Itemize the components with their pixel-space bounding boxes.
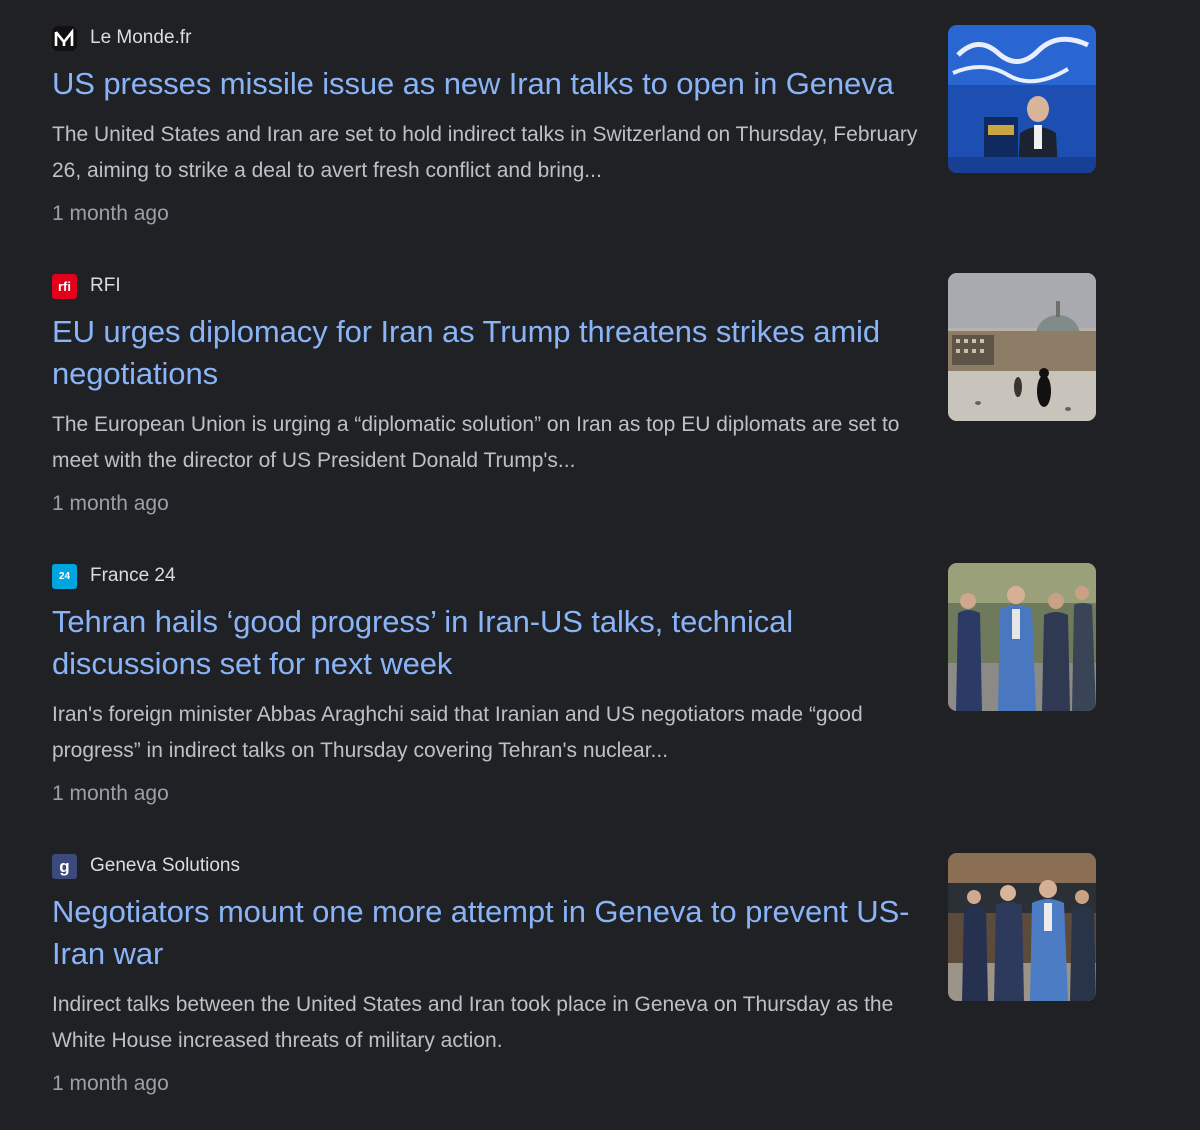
source-row: 24 France 24 <box>52 563 176 589</box>
headline-link[interactable]: US presses missile issue as new Iran tal… <box>52 63 922 105</box>
france24-logo-text: 24 <box>58 570 71 582</box>
snippet: Indirect talks between the United States… <box>52 993 894 1052</box>
source-row: Le Monde.fr <box>52 25 191 51</box>
delegation-walking-thumbnail[interactable] <box>948 563 1096 711</box>
source-name[interactable]: Le Monde.fr <box>90 26 191 50</box>
snippet: Iran's foreign minister Abbas Araghchi s… <box>52 703 863 762</box>
news-card[interactable]: rfi RFI EU urges diplomacy for Iran as T… <box>52 273 1096 553</box>
timestamp: 1 month ago <box>52 492 169 515</box>
rfi-logo-icon: rfi <box>52 273 77 299</box>
diplomats-group-thumbnail[interactable] <box>948 853 1096 1001</box>
france24-logo-icon: 24 <box>52 563 77 589</box>
headline-link[interactable]: Negotiators mount one more attempt in Ge… <box>52 891 922 975</box>
timestamp: 1 month ago <box>52 202 169 225</box>
news-card[interactable]: 24 France 24 Tehran hails ‘good progress… <box>52 563 1096 843</box>
mosque-square-thumbnail[interactable] <box>948 273 1096 421</box>
geneva-solutions-logo-text: g <box>59 856 70 876</box>
source-row: g Geneva Solutions <box>52 853 240 879</box>
news-feed: Le Monde.fr US presses missile issue as … <box>0 0 1200 1130</box>
geneva-solutions-logo-icon: g <box>52 853 77 879</box>
snippet: The United States and Iran are set to ho… <box>52 123 918 182</box>
timestamp: 1 month ago <box>52 782 169 805</box>
snippet: The European Union is urging a “diplomat… <box>52 413 900 472</box>
source-name[interactable]: RFI <box>90 274 121 298</box>
source-name[interactable]: France 24 <box>90 564 176 588</box>
source-name[interactable]: Geneva Solutions <box>90 854 240 878</box>
headline-link[interactable]: Tehran hails ‘good progress’ in Iran-US … <box>52 601 922 685</box>
rfi-logo-text: rfi <box>58 278 71 294</box>
source-row: rfi RFI <box>52 273 121 299</box>
le-monde-logo-icon <box>52 25 77 51</box>
news-card[interactable]: g Geneva Solutions Negotiators mount one… <box>52 853 1096 1130</box>
headline-link[interactable]: EU urges diplomacy for Iran as Trump thr… <box>52 311 922 395</box>
news-card[interactable]: Le Monde.fr US presses missile issue as … <box>52 25 1096 305</box>
timestamp: 1 month ago <box>52 1072 169 1095</box>
speaker-at-podium-thumbnail[interactable] <box>948 25 1096 173</box>
